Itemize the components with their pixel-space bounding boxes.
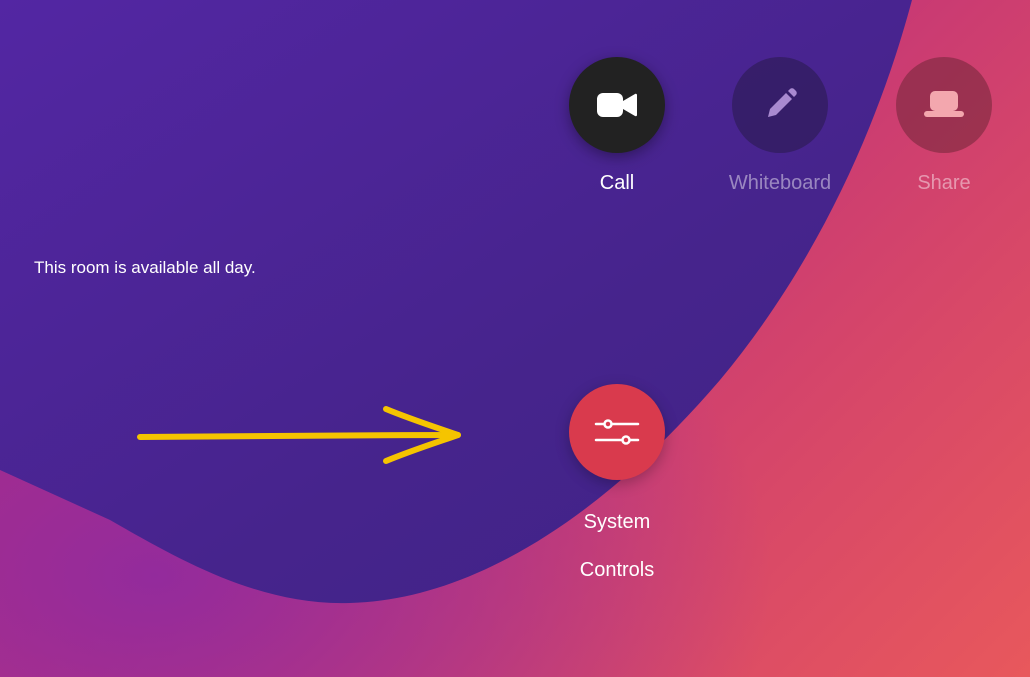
whiteboard-label: Whiteboard	[728, 172, 832, 194]
whiteboard-button-circle[interactable]	[732, 57, 828, 153]
share-button[interactable]: Share	[884, 57, 1004, 195]
system-controls-button[interactable]: System Controls	[557, 384, 677, 594]
share-button-circle[interactable]	[896, 57, 992, 153]
room-screen: This room is available all day. Call Whi…	[0, 0, 1030, 677]
share-screen-icon	[924, 91, 964, 117]
system-controls-label: System Controls	[557, 498, 677, 594]
sliders-icon	[594, 419, 640, 445]
arrow-annotation	[137, 406, 461, 464]
room-availability-text: This room is available all day.	[34, 258, 256, 277]
system-controls-label-line1: System	[583, 511, 651, 533]
pencil-icon	[768, 88, 797, 117]
share-label: Share	[917, 172, 971, 194]
system-controls-label-line2: Controls	[579, 559, 655, 581]
system-controls-button-circle[interactable]	[569, 384, 665, 480]
call-button-circle[interactable]	[569, 57, 665, 153]
background-shape	[0, 0, 1030, 677]
video-camera-icon	[597, 93, 637, 117]
call-button[interactable]: Call	[557, 57, 677, 195]
call-label: Call	[599, 172, 635, 194]
whiteboard-button[interactable]: Whiteboard	[720, 57, 840, 195]
